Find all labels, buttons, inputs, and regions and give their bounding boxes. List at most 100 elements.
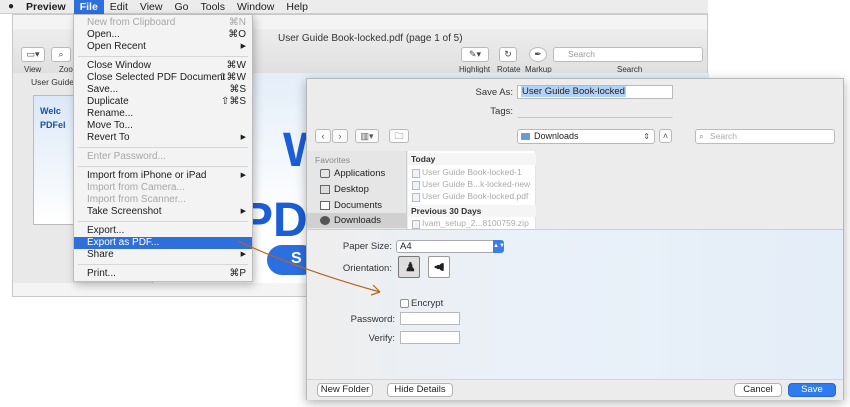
menu-item-duplicate[interactable]: Duplicate ⇧⌘S: [74, 96, 252, 108]
orientation-portrait-button[interactable]: ♟: [398, 256, 420, 278]
menu-item-import-camera[interactable]: Import from Camera...: [74, 182, 252, 194]
window-title: User Guide Book-locked.pdf (page 1 of 5): [278, 33, 463, 44]
chevron-right-icon: ›: [338, 131, 342, 141]
submenu-arrow-icon: ▶: [240, 251, 246, 258]
menu-item-close-selected-pdf[interactable]: Close Selected PDF Document ⇧⌘W: [74, 72, 252, 84]
menu-separator: [78, 147, 248, 148]
file-menu-dropdown: New from Clipboard ⌘N Open... ⌘O Open Rece…: [73, 14, 253, 282]
list-item[interactable]: Ivam_setup_2...8100759.zip: [412, 218, 529, 229]
tags-input[interactable]: [517, 104, 673, 118]
forward-button[interactable]: ›: [332, 129, 348, 143]
save-as-value: User Guide Book-locked: [521, 86, 626, 97]
list-item[interactable]: User Guide Book-locked-1: [412, 167, 522, 178]
menu-shortcut: ⌘S: [229, 84, 246, 95]
highlight-button[interactable]: ✎▾: [461, 47, 489, 62]
menu-item-label: Revert To: [87, 132, 130, 143]
new-folder-icon-button[interactable]: 🗀: [389, 129, 409, 143]
menu-item-open[interactable]: Open... ⌘O: [74, 29, 252, 41]
file-browser-list: Today User Guide Book-locked-1 User Guid…: [408, 151, 536, 229]
menu-item-label: Duplicate: [87, 96, 129, 107]
location-popup[interactable]: Downloads ⇕: [517, 129, 655, 144]
menu-item-export-as-pdf[interactable]: Export as PDF...: [74, 237, 252, 249]
new-folder-button[interactable]: New Folder: [317, 383, 373, 397]
menu-item-label: Export...: [87, 225, 125, 236]
menu-item-label: Rename...: [87, 108, 134, 119]
menu-view[interactable]: View: [134, 0, 169, 14]
markup-pen-icon: ✒: [534, 49, 542, 59]
list-item[interactable]: User Guide Book-locked.pdf: [412, 191, 528, 202]
sidebar-item-label: Applications: [334, 168, 386, 179]
folder-icon: [521, 133, 530, 140]
menu-item-new-from-clipboard[interactable]: New from Clipboard ⌘N: [74, 17, 252, 29]
menu-item-label: New from Clipboard: [87, 17, 176, 28]
sidebar-item-applications[interactable]: Applications: [307, 166, 406, 181]
menu-file[interactable]: File: [73, 0, 104, 14]
menu-item-import-iphone[interactable]: Import from iPhone or iPad ▶: [74, 170, 252, 182]
view-menu-button[interactable]: ▭▾: [21, 47, 45, 62]
verify-input[interactable]: [400, 331, 460, 344]
doc-letter-s: S: [291, 250, 302, 267]
highlighter-icon: ✎▾: [468, 49, 482, 59]
paper-size-select[interactable]: A4 ▲▼: [396, 240, 505, 253]
sidebar-item-label: Documents: [334, 200, 383, 211]
menu-item-revert-to[interactable]: Revert To ▶: [74, 132, 252, 144]
menu-bar: ● Preview File Edit View Go Tools Window…: [0, 0, 708, 14]
menu-edit[interactable]: Edit: [104, 0, 134, 14]
menu-item-label: Enter Password...: [87, 151, 166, 162]
menu-separator: [78, 264, 248, 265]
menu-shortcut: ⇧⌘W: [218, 72, 246, 83]
menu-item-close-window[interactable]: Close Window ⌘W: [74, 60, 252, 72]
password-input[interactable]: [400, 312, 460, 325]
sidebar-item-desktop[interactable]: Desktop: [307, 182, 406, 197]
landscape-person-icon: ♟: [432, 261, 447, 273]
dialog-search-placeholder: Search: [710, 131, 737, 141]
chevron-up-icon: ˄: [662, 131, 669, 141]
menu-item-save[interactable]: Save... ⌘S: [74, 84, 252, 96]
documents-icon: [320, 201, 330, 210]
dialog-search-input[interactable]: ⌕ Search: [695, 129, 835, 144]
encrypt-label: Encrypt: [411, 298, 444, 309]
rotate-button[interactable]: ↻: [499, 47, 517, 62]
save-button[interactable]: Save: [788, 383, 836, 397]
submenu-arrow-icon: ▶: [240, 208, 246, 215]
menu-item-label: Import from iPhone or iPad: [87, 170, 207, 181]
previous-30-days-header: Previous 30 Days: [408, 205, 536, 217]
menu-item-share[interactable]: Share ▶: [74, 249, 252, 261]
menu-item-print[interactable]: Print... ⌘P: [74, 268, 252, 280]
hide-details-button[interactable]: Hide Details: [387, 383, 453, 397]
markup-button[interactable]: ✒: [529, 47, 547, 62]
export-options-panel: Paper Size: A4 ▲▼ Orientation: ♟ ♟ Encry…: [307, 229, 843, 379]
menu-item-open-recent[interactable]: Open Recent ▶: [74, 41, 252, 53]
menu-tools[interactable]: Tools: [194, 0, 231, 14]
expand-collapse-button[interactable]: ˄: [659, 129, 672, 143]
menu-item-rename[interactable]: Rename...: [74, 108, 252, 120]
list-item[interactable]: User Guide B...k-locked-new: [412, 179, 530, 190]
thumb-line-2: PDFel: [40, 120, 66, 130]
menu-shortcut: ⌘P: [229, 268, 246, 279]
save-as-input[interactable]: User Guide Book-locked: [517, 85, 673, 99]
cancel-button[interactable]: Cancel: [734, 383, 782, 397]
preview-search-input[interactable]: Search: [553, 47, 703, 62]
menu-item-move-to[interactable]: Move To...: [74, 120, 252, 132]
menu-item-import-scanner[interactable]: Import from Scanner...: [74, 194, 252, 206]
rotate-icon: ↻: [504, 49, 512, 59]
menu-app-name[interactable]: Preview: [22, 1, 74, 13]
menu-window[interactable]: Window: [231, 0, 280, 14]
menu-separator: [78, 221, 248, 222]
sidebar-item-documents[interactable]: Documents: [307, 198, 406, 213]
menu-help[interactable]: Help: [280, 0, 314, 14]
menu-item-take-screenshot[interactable]: Take Screenshot ▶: [74, 206, 252, 218]
encrypt-checkbox[interactable]: [400, 299, 409, 308]
chevron-left-icon: ‹: [321, 131, 325, 141]
favorites-sidebar: Favorites Applications Desktop Documents…: [307, 151, 407, 229]
sidebar-item-downloads[interactable]: Downloads: [307, 213, 406, 228]
zoom-button[interactable]: ⌕: [51, 47, 71, 62]
menu-go[interactable]: Go: [168, 0, 194, 14]
menu-item-export[interactable]: Export...: [74, 225, 252, 237]
apple-logo-icon[interactable]: ●: [0, 1, 22, 12]
back-button[interactable]: ‹: [315, 129, 331, 143]
menu-separator: [78, 166, 248, 167]
view-mode-button[interactable]: ▥▾: [355, 129, 379, 143]
orientation-landscape-button[interactable]: ♟: [428, 256, 450, 278]
menu-item-enter-password[interactable]: Enter Password...: [74, 151, 252, 163]
